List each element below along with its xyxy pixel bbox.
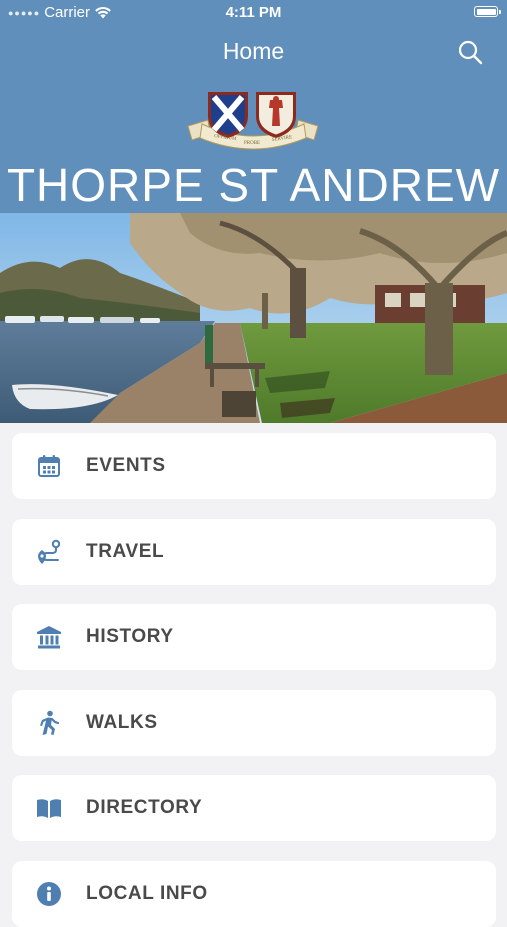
walking-icon: [40, 710, 60, 735]
status-time: 4:11 PM: [225, 4, 282, 21]
menu-item-label: WALKS: [86, 712, 158, 733]
riverside-hero-image: [0, 213, 507, 423]
menu-item-events[interactable]: EVENTS: [12, 433, 496, 499]
route-icon: [38, 539, 61, 564]
menu-item-label: LOCAL INFO: [86, 883, 208, 904]
menu-item-directory[interactable]: DIRECTORY: [12, 775, 496, 841]
status-bar: ●●●●● Carrier 4:11 PM: [0, 0, 507, 26]
page-title: Home: [222, 38, 285, 64]
crest-motto-2: PROBE: [244, 141, 260, 146]
info-icon: [37, 882, 61, 906]
town-name-heading: THORPE ST ANDREW: [6, 159, 501, 211]
app-header: ●●●●● Carrier 4:11 PM Home OPPIDUM PROBE…: [0, 0, 507, 213]
menu-item-label: DIRECTORY: [86, 797, 203, 818]
book-icon: [37, 799, 61, 818]
menu-item-travel[interactable]: TRAVEL: [12, 519, 496, 585]
menu-item-history[interactable]: HISTORY: [12, 604, 496, 670]
menu-item-local-info[interactable]: LOCAL INFO: [12, 861, 496, 927]
menu-item-label: HISTORY: [86, 626, 174, 647]
menu-item-walks[interactable]: WALKS: [12, 690, 496, 756]
museum-icon: [37, 626, 61, 649]
menu-item-label: EVENTS: [86, 455, 166, 476]
search-icon[interactable]: [457, 39, 483, 65]
menu-item-label: TRAVEL: [86, 541, 165, 562]
town-crest-logo: OPPIDUM PROBE SERVIRE: [187, 92, 319, 150]
calendar-icon: [38, 455, 60, 477]
battery-icon: [474, 6, 501, 17]
